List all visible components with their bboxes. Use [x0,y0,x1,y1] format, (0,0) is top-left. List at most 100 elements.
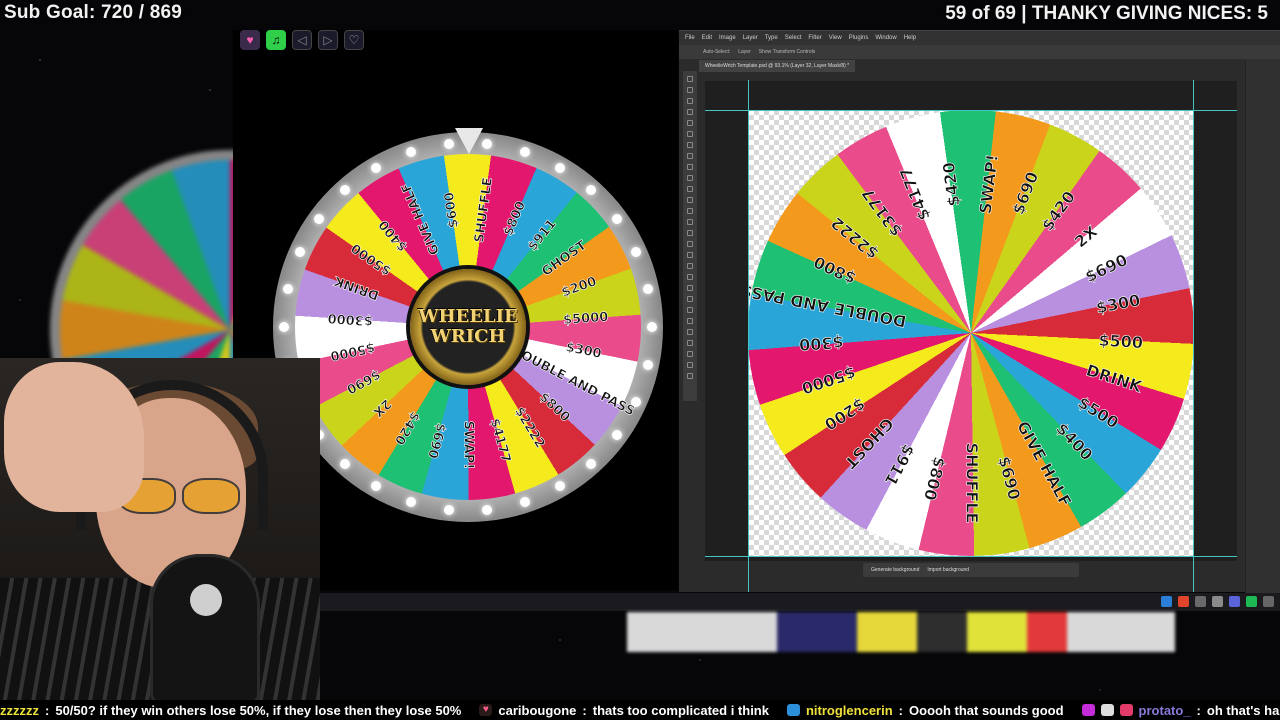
bulb-light [443,139,454,149]
tool-icon[interactable] [687,362,693,368]
wheel-preview-strip [627,612,1175,652]
tool-icon[interactable] [687,329,693,335]
segment-label: $800 [536,390,573,426]
segment-label: 2X [1071,221,1102,251]
settings-icon[interactable] [1212,596,1223,607]
photoshop-menubar: File Edit Image Layer Type Select Filter View Pl… [679,31,1280,45]
tool-icon[interactable] [687,186,693,192]
segment-label: $911 [881,441,919,489]
segment-label: $800 [501,199,529,238]
generate-background-button[interactable]: Generate background [871,567,919,573]
tool-icon[interactable] [687,197,693,203]
stream-deck-icons: ♥ ♫ ◁ ▷ ♡ [240,30,364,50]
chat-username: protato_ [1138,702,1191,718]
tool-icon[interactable] [687,373,693,379]
document-tab[interactable]: WheelieWrich Template.psd @ 93.1% (Layer… [699,60,856,72]
bulb-light [647,322,657,332]
menu-item[interactable]: View [829,35,842,41]
segment-label: 2X [370,396,394,420]
windows-icon[interactable] [1161,596,1172,607]
nices-counter: 59 of 69 | THANKY GIVING NICES: 5 [945,3,1268,24]
tool-icon[interactable] [687,285,693,291]
tool-icon[interactable] [687,208,693,214]
discord-icon[interactable] [1229,596,1240,607]
tool-icon[interactable] [687,241,693,247]
tool-icon[interactable] [687,76,693,82]
tool-icon[interactable] [687,307,693,313]
tool-icon[interactable] [687,109,693,115]
chat-ticker: zzzzzz: 50/50? if they win others lose 5… [0,700,1280,720]
bulb-light [642,283,653,294]
tool-icon[interactable] [687,142,693,148]
menu-item[interactable]: Window [875,35,896,41]
tool-icon[interactable] [687,340,693,346]
tray-icon[interactable] [1263,596,1274,607]
tool-icon[interactable] [687,230,693,236]
bulb-light [283,283,294,294]
segment-label: $600 [442,191,462,229]
segment-label: $400 [376,217,410,255]
tool-icon[interactable] [687,296,693,302]
segment-label: $690 [424,421,448,460]
segment-label: $690 [1008,169,1042,217]
tool-icon[interactable] [687,252,693,258]
guide-vertical-right [1193,80,1194,592]
guide-vertical-left [748,80,749,592]
segment-label: SWAP! [976,153,1002,215]
wheelie-wrich-wheel[interactable]: SHUFFLE $800 $911 GHOST $200 $5000 $300 DOUBLE … [273,128,663,522]
auto-select-label[interactable]: Auto-Select: [703,49,730,55]
spotify-icon[interactable] [1246,596,1257,607]
menu-item[interactable]: Select [785,35,802,41]
segment-label: $3000 [327,310,373,328]
chat-text: 50/50? if they win others lose 50%, if t… [55,702,462,718]
chat-username: zzzzzz [0,702,39,718]
skip-icon[interactable]: ▷ [318,30,338,50]
segment-label: $4177 [896,165,934,224]
menu-item[interactable]: Layer [743,35,758,41]
menu-item[interactable]: Filter [808,35,821,41]
menu-item[interactable]: Image [719,35,736,41]
menu-item[interactable]: Edit [702,35,712,41]
music-icon[interactable]: ♫ [266,30,286,50]
chat-message: protato_: oh that's hard [1081,702,1280,718]
tool-icon[interactable] [687,274,693,280]
bulb-light [279,322,289,332]
tool-icon[interactable] [687,131,693,137]
bulb-light [519,147,530,157]
gift-badge-icon [1119,704,1133,716]
tool-icon[interactable] [687,351,693,357]
menu-item[interactable]: File [685,35,695,41]
sub-badge-icon [1081,704,1095,716]
tool-icon[interactable] [687,175,693,181]
heart-icon[interactable]: ♥ [240,30,260,50]
tool-icon[interactable] [687,263,693,269]
tool-icon[interactable] [687,87,693,93]
skip-back-icon[interactable]: ◁ [292,30,312,50]
app-icon-gray[interactable] [1195,596,1206,607]
segment-label: $5000 [799,363,858,398]
bulb-light [294,247,305,258]
bulb-light [443,504,454,515]
menu-item[interactable]: Plugins [849,35,869,41]
segment-label: $5000 [349,240,395,278]
photoshop-options-bar: Auto-Select: Layer Show Transform Contro… [679,45,1280,59]
segment-label: $800 [920,455,949,503]
transform-controls-toggle[interactable]: Show Transform Controls [759,49,815,55]
tool-icon[interactable] [687,164,693,170]
menu-item[interactable]: Help [904,35,916,41]
bulb-light [611,213,622,224]
tool-icon[interactable] [687,120,693,126]
menu-item[interactable]: Type [765,35,778,41]
tool-icon[interactable] [687,153,693,159]
layer-select[interactable]: Layer [738,49,751,55]
verified-badge-icon [786,704,800,716]
tool-icon[interactable] [687,98,693,104]
tool-icon[interactable] [687,318,693,324]
heart-outline-icon[interactable]: ♡ [344,30,364,50]
import-background-button[interactable]: Import background [927,567,969,573]
tool-icon[interactable] [687,219,693,225]
bulb-light [586,458,597,469]
segment-label: $2222 [827,213,882,263]
app-icon-red[interactable] [1178,596,1189,607]
segment-label: $300 [799,333,845,355]
